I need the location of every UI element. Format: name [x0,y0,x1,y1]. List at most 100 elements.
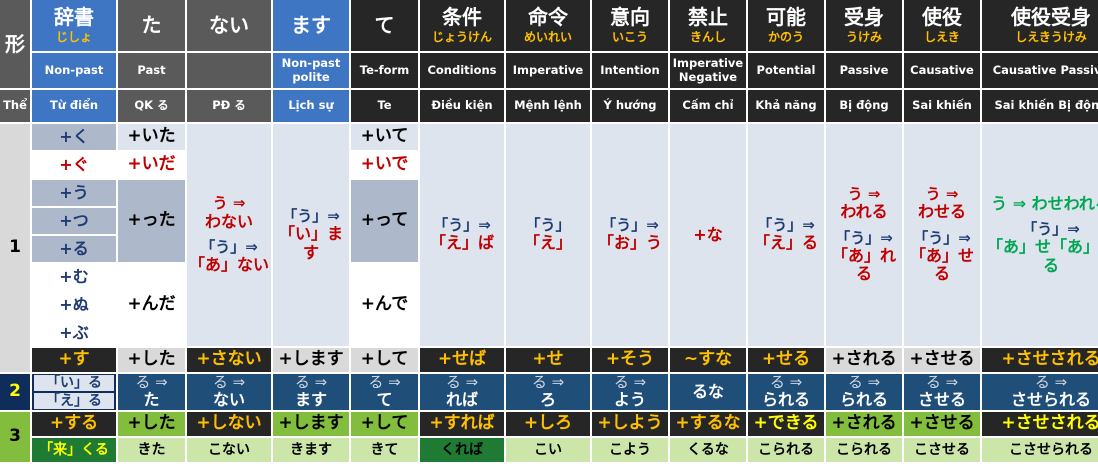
reading-label: しえきうけみ [1015,30,1087,45]
suru-cell: +させされる [982,412,1098,436]
ichidan-arrow: る ⇒ [925,374,959,392]
col-header-causative: 使役 しえき [904,0,980,51]
en-label: Imperative Negative [670,53,746,88]
ichidan-cell: る ⇒ られる [826,374,902,410]
ichidan-form: ろ [539,390,556,410]
kuru-cell: こさせられる [982,438,1098,462]
ichidan-cell: る ⇒ られる [748,374,824,410]
ichidan-i-ru: 「い」る [34,375,114,391]
kanji-label: ない [209,13,249,37]
su-row-cell: +される [826,348,902,372]
prohib-rule: +な [670,124,746,346]
passive-rule-top-a: う ⇒ [847,185,881,204]
caus-pass-rule-bot-b: 「あ」せ「あ」れる [986,237,1098,275]
en-label: Causative Passive [982,53,1098,88]
ichidan-arrow: る ⇒ [613,374,647,392]
kuru-cell: こよう [592,438,668,462]
en-label: Non-past [32,53,116,88]
suru-cell: +するな [670,412,746,436]
caus-pass-rule-top: う ⇒ わせわれる [991,193,1098,213]
col-header-masu: ます [273,0,349,51]
en-label: Imperative [506,53,590,88]
col-header-te: て [351,0,418,51]
ichidan-form: ます [294,390,327,410]
ichidan-cell: る ⇒ て [351,374,418,410]
en-label: Causative [904,53,980,88]
masu-rule-a: 「う」⇒ [282,206,340,225]
vi-label: Khả năng [748,90,824,122]
vi-label: Mệnh lệnh [506,90,590,122]
ichidan-cell: る ⇒ させる [904,374,980,410]
en-label [187,53,271,88]
en-label: Te-form [351,53,418,88]
masu-rule: 「う」⇒ 「い」ます [273,124,349,346]
group-label-2: 2 [0,374,30,410]
ichidan-cell: る ⇒ させられる [982,374,1098,410]
kuru-cell: 「来」くる [32,438,116,462]
ichidan-arrow: る ⇒ [531,374,565,392]
form-label: 形 [0,0,30,88]
nai-rule-bot-b: 「あ」ない [188,255,269,275]
kuru-cell: こられる [826,438,902,462]
kuru-cell: くれば [420,438,504,462]
en-label: Conditions [420,53,504,88]
ichidan-form: られる [761,390,810,410]
ichidan-arrow: る ⇒ [135,374,168,392]
suru-cell: +できる [748,412,824,436]
intent-rule-b: 「お」う [597,233,662,253]
kanji-label: て [374,13,395,37]
dict-ending: +つ [32,208,116,234]
vi-label: QK る [118,90,185,122]
col-header-causative-passive: 使役受身 しえきうけみ [982,0,1098,51]
dict-ending: +ぬ [32,292,116,318]
ichidan-form: られる [839,390,888,410]
passive-rule-bot-b: 「あ」れる [831,246,896,284]
te-ku: +いて [351,124,418,150]
kanji-label: 条件 [442,5,482,30]
vi-label: Từ điển [32,90,116,122]
vi-label: Điều kiện [420,90,504,122]
ichidan-cell: る ⇒ れば [420,374,504,410]
kuru-cell: こない [187,438,271,462]
causative-rule-top-b: わせる [917,202,966,222]
ichidan-arrow: る ⇒ [847,374,881,392]
ichidan-form: れば [445,390,478,410]
reading-label: かのう [767,30,804,45]
en-label: Intention [592,53,668,88]
te-gu: +いで [351,152,418,178]
potential-rule: 「う」⇒ 「え」る [748,124,824,346]
ichidan-cell: る ⇒ ろ [506,374,590,410]
group-label-3: 3 [0,412,30,462]
col-header-prohibition: 禁止 きんし [670,0,746,51]
nai-rule-top-a: う ⇒ [212,194,246,213]
ichidan-cell: るな [670,374,746,410]
vi-label: Bị động [826,90,902,122]
col-header-conditions: 条件 じょうけん [420,0,504,51]
col-header-nai: ない [187,0,271,51]
kanji-label: 意向 [610,5,650,30]
suru-cell: +される [826,412,902,436]
ichidan-arrow: る ⇒ [212,374,246,392]
nai-rule: う ⇒ わない 「う」⇒ 「あ」ない [187,124,271,346]
ichidan-e-ru: 「え」る [34,393,114,409]
kanji-label: 可能 [766,5,806,30]
cond-rule-b: 「え」ば [429,233,494,253]
en-label: Potential [748,53,824,88]
te-mu: +んで [351,264,418,346]
su-row-cell: +そう [592,348,668,372]
dict-ending: +ぶ [32,320,116,346]
dict-ending: +く [32,124,116,150]
vi-label: Cấm chỉ [670,90,746,122]
su-row-cell: +させる [904,348,980,372]
col-header-potential: 可能 かのう [748,0,824,51]
suru-cell: +する [32,412,116,436]
dict-ending: +う [32,180,116,206]
kuru-cell: こられる [748,438,824,462]
vi-label: Te [351,90,418,122]
reading-label: うけみ [845,30,882,45]
causative-rule-top-a: う ⇒ [925,185,959,204]
kanji-label: 命令 [528,5,568,30]
passive-rule-top-b: われる [840,202,888,222]
suru-cell: +した [118,412,185,436]
past-mu: +んだ [118,264,185,346]
